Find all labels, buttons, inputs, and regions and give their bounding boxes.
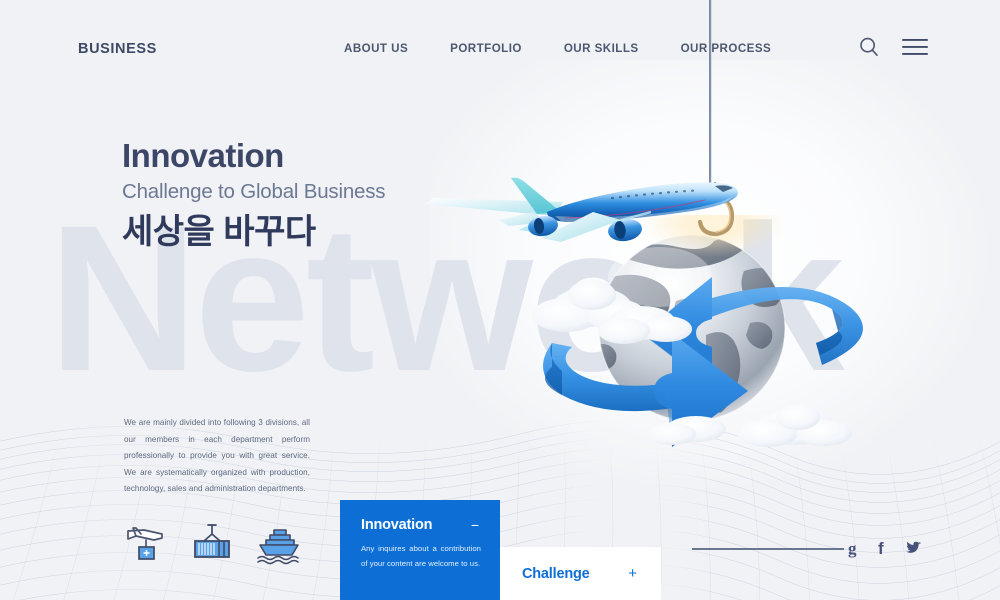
transport-icon-group — [124, 521, 302, 565]
accordion-title-challenge: Challenge — [522, 565, 590, 582]
header-tools — [858, 36, 928, 58]
twitter-icon[interactable] — [903, 539, 922, 558]
hamburger-menu-icon[interactable] — [902, 38, 928, 56]
cargo-ship-icon[interactable] — [256, 521, 302, 565]
hero-title: Innovation — [122, 137, 284, 174]
brand-logo[interactable]: BUSINESS — [78, 41, 157, 57]
hero-korean-title: 세상을 바꾸다 — [122, 213, 316, 252]
cloud-bottom-left — [648, 416, 726, 445]
accordion-card-challenge[interactable]: Challenge + — [500, 547, 661, 600]
facebook-icon[interactable]: f — [877, 539, 890, 558]
airplane-illustration — [425, 177, 738, 242]
shipping-container-icon[interactable] — [190, 521, 234, 565]
accordion-description-innovation: Any inquires about a contribution of you… — [361, 544, 481, 568]
nav-item-our-process[interactable]: OUR PROCESS — [681, 42, 772, 55]
social-links: g f — [847, 539, 922, 558]
google-icon[interactable]: g — [847, 539, 864, 558]
landing-page: Network BUSINESS ABOUT US PORTFOLIO OUR … — [0, 0, 1000, 600]
site-header: BUSINESS ABOUT US PORTFOLIO OUR SKILLS O… — [0, 0, 1000, 98]
accordion-title-innovation: Innovation — [361, 517, 433, 533]
svg-text:g: g — [848, 539, 857, 558]
nav-item-portfolio[interactable]: PORTFOLIO — [450, 42, 522, 55]
accordion-collapse-icon[interactable]: − — [471, 518, 481, 532]
hero-subtitle: Challenge to Global Business — [122, 179, 386, 203]
footer-divider — [692, 548, 844, 550]
search-icon[interactable] — [858, 36, 880, 58]
accordion-card-innovation[interactable]: Innovation − Any inquires about a contri… — [340, 500, 500, 600]
hero-description: We are mainly divided into following 3 d… — [124, 418, 310, 493]
nav-item-about-us[interactable]: ABOUT US — [344, 42, 408, 55]
air-cargo-icon[interactable] — [124, 521, 168, 565]
accordion-header-innovation[interactable]: Innovation − — [361, 517, 481, 533]
svg-text:f: f — [878, 539, 884, 558]
hero-copy: Innovation Challenge to Global Business … — [122, 137, 386, 252]
accordion-expand-icon[interactable]: + — [628, 566, 637, 581]
main-navigation: ABOUT US PORTFOLIO OUR SKILLS OUR PROCES… — [344, 42, 771, 55]
cloud-bottom-right — [738, 404, 852, 447]
nav-item-our-skills[interactable]: OUR SKILLS — [564, 42, 639, 55]
